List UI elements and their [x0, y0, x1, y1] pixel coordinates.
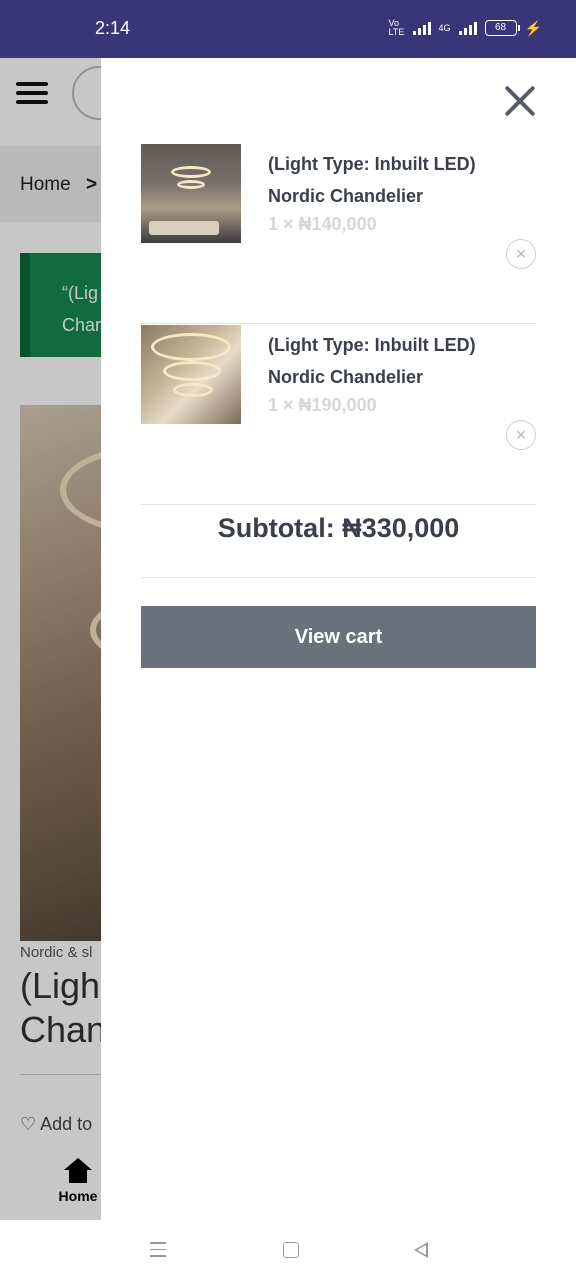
home-button-icon[interactable]: [283, 1242, 299, 1258]
signal-icon: [412, 21, 431, 35]
back-icon[interactable]: [414, 1242, 428, 1258]
remove-item-icon[interactable]: ×: [506, 420, 536, 450]
cart-subtotal: Subtotal: ₦330,000: [141, 478, 536, 578]
close-icon[interactable]: [503, 84, 537, 118]
recent-apps-icon[interactable]: [150, 1242, 166, 1262]
cart-item-title[interactable]: (Light Type: Inbuilt LED) Nordic Chandel…: [268, 329, 528, 393]
mini-cart-drawer: (Light Type: Inbuilt LED) Nordic Chandel…: [101, 58, 576, 1220]
status-icons: Vo LTE 4G 68 ⚡: [389, 17, 542, 39]
system-nav-bar: [0, 1220, 576, 1280]
cart-item-title-line1: (Light Type: Inbuilt LED): [268, 335, 476, 355]
status-bar: 2:14 Vo LTE 4G 68 ⚡: [0, 0, 576, 58]
cart-item: (Light Type: Inbuilt LED) Nordic Chandel…: [141, 144, 536, 324]
battery-icon: 68: [484, 20, 520, 36]
cart-item-quantity-price: 1 × ₦190,000: [268, 395, 377, 415]
volte-label: Vo LTE: [388, 18, 405, 37]
charging-icon: ⚡: [524, 19, 542, 36]
signal-4g-icon: [458, 21, 477, 35]
cart-item-title-line2: Nordic Chandelier: [268, 367, 424, 387]
view-cart-button[interactable]: View cart: [141, 606, 536, 668]
cart-item-title[interactable]: (Light Type: Inbuilt LED) Nordic Chandel…: [268, 148, 528, 212]
cart-item-quantity-price: 1 × ₦140,000: [268, 214, 377, 234]
network-4g-label: 4G: [438, 23, 451, 33]
status-time: 2:14: [95, 18, 131, 38]
remove-item-icon[interactable]: ×: [506, 239, 536, 269]
cart-item-thumbnail[interactable]: [141, 144, 241, 243]
cart-item-title-line2: Nordic Chandelier: [268, 186, 424, 206]
cart-item-thumbnail[interactable]: [141, 325, 241, 424]
cart-item-title-line1: (Light Type: Inbuilt LED): [268, 154, 476, 174]
